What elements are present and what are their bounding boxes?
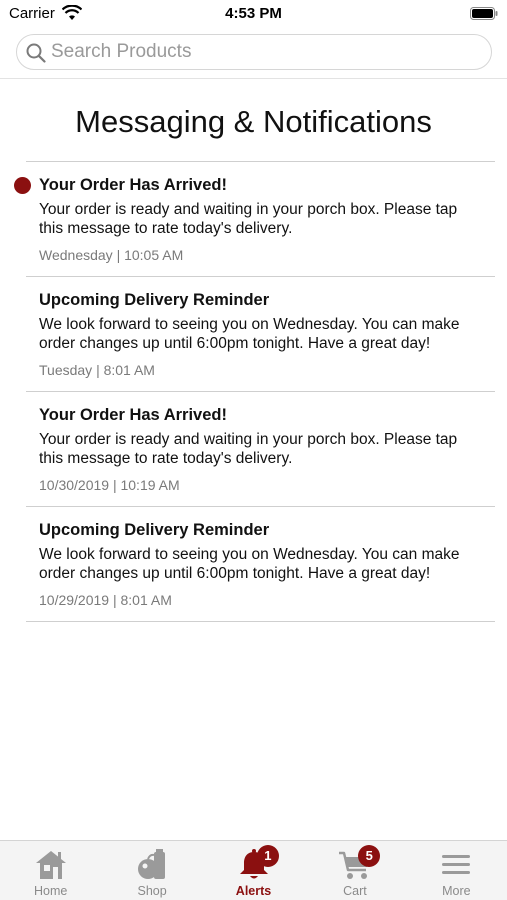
notification-body: We look forward to seeing you on Wednesd… (39, 546, 460, 582)
tab-label: Cart (343, 884, 367, 898)
tab-shop[interactable]: Shop (101, 841, 202, 900)
search-bar[interactable] (16, 34, 492, 70)
alerts-badge: 1 (256, 845, 279, 867)
notification-title: Your Order Has Arrived! (39, 406, 227, 424)
tab-home[interactable]: Home (0, 841, 101, 900)
tab-alerts[interactable]: 1 Alerts (203, 841, 304, 900)
tab-label: Alerts (235, 884, 272, 898)
status-bar: Carrier 4:53 PM (0, 0, 507, 30)
tab-cart[interactable]: 5 Cart (304, 841, 405, 900)
notification-item[interactable]: Upcoming Delivery Reminder We look forwa… (26, 277, 495, 392)
status-time: 4:53 PM (225, 5, 282, 22)
tab-bar: Home Shop 1 Alerts 5 Cart More (0, 840, 507, 900)
notification-item[interactable]: Upcoming Delivery Reminder We look forwa… (26, 507, 495, 622)
tab-label: More (442, 884, 471, 898)
notification-title: Upcoming Delivery Reminder (39, 291, 270, 309)
notification-timestamp: 10/30/2019 | 10:19 AM (39, 477, 180, 493)
search-input[interactable] (51, 35, 481, 69)
home-icon (35, 851, 66, 879)
notification-item[interactable]: Your Order Has Arrived! Your order is re… (14, 162, 495, 277)
notification-timestamp: 10/29/2019 | 8:01 AM (39, 592, 172, 608)
notification-body: Your order is ready and waiting in your … (39, 431, 458, 467)
notification-body: We look forward to seeing you on Wednesd… (39, 316, 460, 352)
notification-body: Your order is ready and waiting in your … (39, 201, 458, 237)
tab-more[interactable]: More (406, 841, 507, 900)
unread-indicator (14, 177, 31, 194)
header-divider (0, 78, 507, 79)
shop-icon (138, 849, 166, 879)
battery-icon (470, 7, 498, 20)
search-icon (26, 43, 46, 63)
notification-timestamp: Tuesday | 8:01 AM (39, 362, 155, 378)
notification-list: Your Order Has Arrived! Your order is re… (14, 161, 495, 622)
notification-title: Your Order Has Arrived! (39, 176, 227, 194)
notification-title: Upcoming Delivery Reminder (39, 521, 270, 539)
tab-label: Home (34, 884, 68, 898)
notification-timestamp: Wednesday | 10:05 AM (39, 247, 184, 263)
notification-item[interactable]: Your Order Has Arrived! Your order is re… (26, 392, 495, 507)
cart-badge: 5 (358, 845, 381, 867)
tab-label: Shop (137, 884, 167, 898)
menu-icon (442, 855, 471, 874)
page-title: Messaging & Notifications (75, 104, 432, 139)
